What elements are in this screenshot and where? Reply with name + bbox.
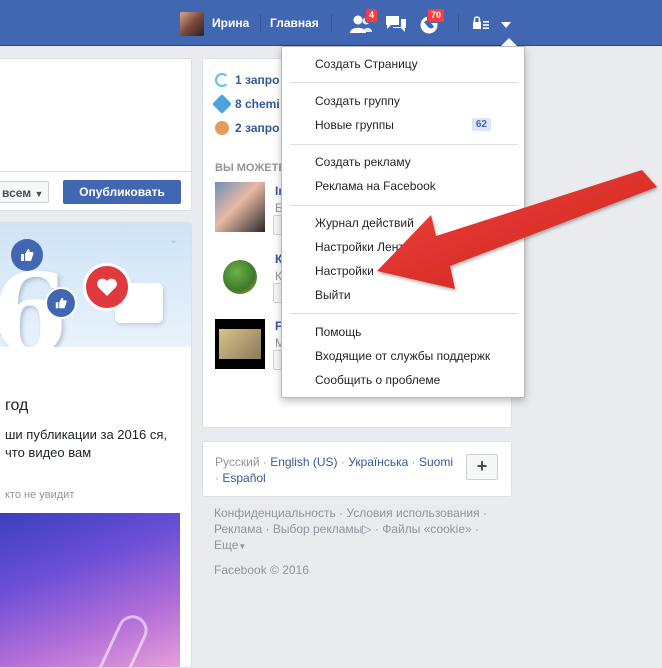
chevron-down-icon[interactable]: ⌄ (169, 233, 178, 246)
language-link[interactable]: Español (222, 471, 265, 485)
menu-item-log-out[interactable]: Выйти (282, 284, 524, 306)
caret-down-icon: ▼ (34, 189, 44, 199)
footer-link[interactable]: Выбор рекламы (273, 522, 362, 536)
copyright: Facebook © 2016 (214, 563, 309, 577)
menu-item-activity-log[interactable]: Журнал действий (282, 212, 524, 234)
menu-item-help[interactable]: Помощь (282, 321, 524, 343)
top-bar: Ирина Главная 4 70 (0, 0, 662, 46)
memory-description: ши публикации за 2016 ся, что видео вам (5, 427, 167, 460)
footer-link[interactable]: Файлы «cookie» (382, 522, 472, 536)
gem-icon (212, 94, 232, 114)
new-groups-badge: 62 (471, 118, 491, 131)
menu-item-advertising[interactable]: Реклама на Facebook (282, 175, 524, 197)
footer-link[interactable]: Условия использования (346, 506, 479, 520)
game-icon (215, 121, 229, 135)
menu-divider (290, 313, 518, 314)
loading-icon (215, 73, 229, 87)
memories-banner: 6 ⌄ (0, 223, 191, 347)
heart-icon (83, 263, 131, 311)
request-link[interactable]: 1 запро (215, 71, 279, 89)
like-icon (45, 287, 77, 319)
memory-video-thumbnail[interactable] (0, 513, 180, 667)
profile-link[interactable]: Ирина (212, 16, 249, 30)
memories-card: 6 ⌄ год ши публикации за 2016 ся, что ви… (0, 222, 192, 668)
footer-link[interactable]: Конфиденциальность (214, 506, 336, 520)
request-link[interactable]: 8 chemi (212, 94, 280, 114)
menu-divider (290, 144, 518, 145)
suggestion-thumbnail[interactable] (215, 252, 265, 302)
language-link[interactable]: Suomi (419, 455, 453, 469)
audience-label: всем (2, 186, 32, 200)
divider (331, 14, 332, 32)
friend-requests-badge: 4 (365, 8, 379, 23)
publish-button[interactable]: Опубликовать (63, 180, 181, 204)
globe-icon[interactable]: 70 (418, 8, 446, 35)
section-label: ВЫ МОЖЕТЕ (215, 162, 286, 174)
menu-item-create-page[interactable]: Создать Страницу (282, 53, 524, 75)
language-list: Русский · English (US) · Українська · Su… (215, 455, 454, 485)
suggestion-thumbnail[interactable] (215, 182, 265, 232)
notifications-badge: 70 (427, 8, 446, 23)
menu-item-news-feed-preferences[interactable]: Настройки Ленты новостей (282, 236, 524, 258)
privacy-shortcuts-icon[interactable] (472, 13, 492, 35)
divider (458, 14, 459, 32)
suggestion-thumbnail[interactable] (215, 319, 265, 369)
post-composer: всем ▼ Опубликовать (0, 58, 192, 211)
menu-item-new-groups[interactable]: Новые группы 62 (282, 114, 524, 136)
avatar[interactable] (180, 12, 204, 36)
footer-links: Конфиденциальность · Условия использован… (214, 506, 487, 552)
footer-link[interactable]: Еще (214, 538, 238, 552)
memory-privacy-note: кто не увидит (5, 489, 75, 501)
language-link[interactable]: English (US) (270, 455, 337, 469)
friend-requests-icon[interactable]: 4 (349, 8, 379, 35)
memory-title: год (5, 397, 29, 414)
menu-item-create-group[interactable]: Создать группу (282, 90, 524, 112)
messages-icon[interactable] (384, 13, 408, 35)
account-dropdown-menu: Создать Страницу Создать группу Новые гр… (281, 46, 525, 398)
account-menu-chevron-down-icon[interactable] (499, 13, 513, 35)
home-link[interactable]: Главная (270, 16, 319, 30)
caret-down-icon: ▼ (238, 542, 247, 551)
audience-selector[interactable]: всем ▼ (0, 181, 49, 203)
divider (260, 14, 261, 32)
language-link[interactable]: Українська (348, 455, 408, 469)
menu-divider (290, 82, 518, 83)
menu-item-support-inbox[interactable]: Входящие от службы поддержк (282, 345, 524, 367)
menu-item-settings[interactable]: Настройки (282, 260, 524, 282)
menu-item-create-ad[interactable]: Создать рекламу (282, 151, 524, 173)
request-link[interactable]: 2 запро (215, 119, 279, 137)
more-languages-button[interactable]: + (466, 454, 498, 480)
current-language: Русский (215, 455, 260, 469)
menu-item-report-problem[interactable]: Сообщить о проблеме (282, 369, 524, 391)
menu-divider (290, 205, 518, 206)
ad-choices-icon: ▷ (362, 522, 372, 536)
divider (0, 171, 191, 172)
footer-link[interactable]: Реклама (214, 522, 262, 536)
like-icon (11, 239, 43, 271)
language-selector: Русский · English (US) · Українська · Su… (202, 441, 512, 497)
